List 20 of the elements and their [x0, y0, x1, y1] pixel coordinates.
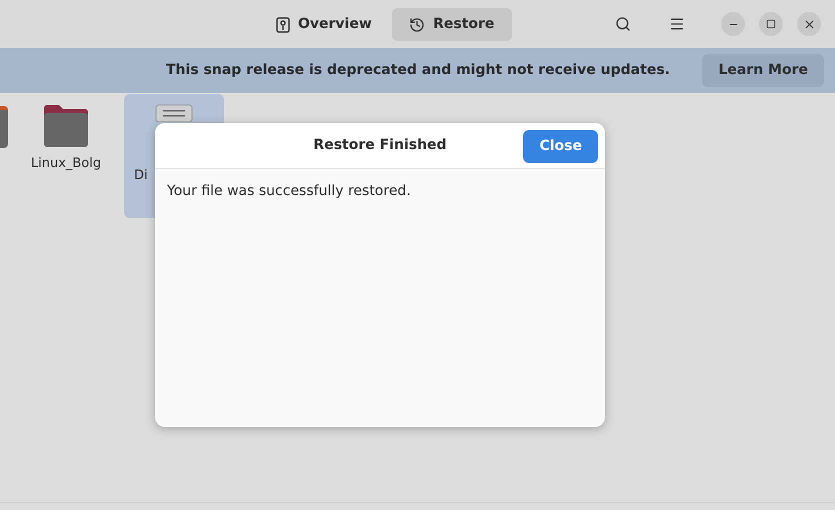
- file-item[interactable]: Linux_Bolg: [16, 94, 116, 218]
- dialog-close-button[interactable]: Close: [523, 130, 598, 163]
- search-icon[interactable]: [615, 16, 631, 32]
- drive-icon: [276, 16, 290, 32]
- learn-more-button[interactable]: Learn More: [702, 54, 824, 87]
- banner-message: This snap release is deprecated and might not receive updates.: [166, 61, 670, 80]
- maximize-icon: [766, 19, 776, 29]
- close-button[interactable]: [797, 12, 821, 36]
- tab[interactable]: Overview: [262, 8, 386, 41]
- dialog-message: Your file was successfully restored.: [167, 182, 412, 201]
- tab[interactable]: Restore: [392, 8, 512, 41]
- menu-icon[interactable]: [669, 16, 685, 32]
- history-icon: [409, 16, 426, 32]
- file-label: Di: [134, 167, 148, 185]
- file-label: Linux_Bolg: [30, 155, 102, 173]
- folder-icon: [42, 104, 90, 148]
- close-icon: [802, 18, 816, 30]
- maximize-button[interactable]: [759, 12, 783, 36]
- binary-file-icon: [155, 104, 193, 122]
- dialog-title: Restore Finished: [313, 136, 447, 155]
